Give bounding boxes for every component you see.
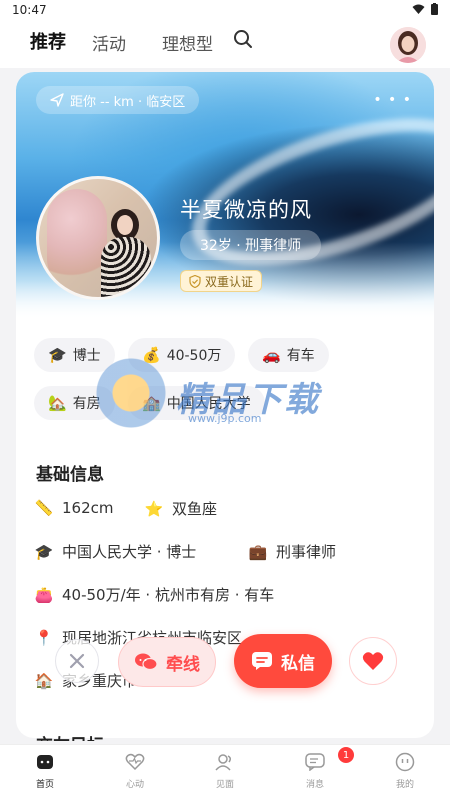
age-job-chip: 32岁 · 刑事律师 <box>180 230 322 260</box>
avatar-illustration-icon <box>390 27 426 63</box>
tab-recommend[interactable]: 推荐 <box>30 28 66 54</box>
bottom-nav: 首页 心动 见面 1 消息 我的 <box>0 744 450 800</box>
basic-info-title: 基础信息 <box>36 465 104 485</box>
private-message-button[interactable]: 私信 <box>234 634 332 688</box>
photo-background <box>47 189 107 289</box>
photo-person-face <box>117 215 133 235</box>
unread-badge: 1 <box>338 747 354 763</box>
location-arrow-icon <box>50 93 64 107</box>
people-icon <box>214 751 236 773</box>
bottom-nav-label: 消息 <box>305 780 324 790</box>
bottom-nav-messages[interactable]: 1 消息 <box>285 747 354 790</box>
bottom-nav-profile[interactable]: 我的 <box>375 751 435 790</box>
job-value: 刑事律师 <box>276 543 337 561</box>
chat-icon: 1 <box>304 747 354 773</box>
search-icon[interactable] <box>233 29 253 49</box>
photo-person-body <box>101 237 151 297</box>
user-avatar[interactable] <box>390 27 426 63</box>
shield-check-icon <box>189 274 201 288</box>
chat-bubbles-icon <box>135 653 158 671</box>
matchmake-button[interactable]: 牵线 <box>118 637 216 687</box>
status-bar: 10:47 <box>0 0 450 22</box>
like-button[interactable] <box>349 637 397 685</box>
zodiac-value: 双鱼座 <box>172 500 218 518</box>
distance-text: 距你 -- km · 临安区 <box>70 94 186 110</box>
profile-name: 半夏微凉的风 <box>180 198 312 222</box>
briefcase-icon: 💼 <box>248 542 268 561</box>
message-icon <box>252 652 272 670</box>
bottom-nav-label: 心动 <box>125 780 144 790</box>
home-icon: 🏠 <box>34 671 54 690</box>
age-job-text: 32岁 · 刑事律师 <box>200 238 302 254</box>
bottom-nav-label: 我的 <box>395 780 414 790</box>
bottom-nav-home[interactable]: 首页 <box>15 751 75 790</box>
star-icon: ⭐ <box>144 499 164 518</box>
bottom-nav-heartbeat[interactable]: 心动 <box>105 751 165 790</box>
ruler-icon: 📏 <box>34 499 54 517</box>
tab-ideal-type[interactable]: 理想型 <box>162 30 213 55</box>
matchmake-label: 牵线 <box>166 654 200 675</box>
wallet-icon: 👛 <box>34 585 54 604</box>
heartbeat-icon <box>124 751 146 773</box>
watermark-logo <box>96 358 166 428</box>
status-time: 10:47 <box>12 3 47 17</box>
profile-photo[interactable] <box>36 176 160 300</box>
next-section-title: 交友目标 <box>36 731 104 741</box>
battery-icon <box>431 3 438 15</box>
wifi-icon <box>412 4 425 14</box>
education-value: 中国人民大学 · 博士 <box>62 543 197 561</box>
info-row-education: 🎓 中国人民大学 · 博士 <box>34 541 197 562</box>
info-row-zodiac: ⭐ 双鱼座 <box>144 498 217 519</box>
distance-chip: 距你 -- km · 临安区 <box>36 86 200 114</box>
info-row-height: 📏 162cm <box>34 498 114 518</box>
top-nav: 推荐 活动 理想型 <box>0 22 450 76</box>
graduation-cap-icon: 🎓 <box>34 542 54 561</box>
private-message-label: 私信 <box>281 653 315 674</box>
bottom-nav-label: 见面 <box>215 780 234 790</box>
income-assets-value: 40-50万/年 · 杭州市有房 · 有车 <box>62 586 275 604</box>
verify-badge-text: 双重认证 <box>205 274 254 289</box>
watermark: 精品下载 www.j9p.com <box>96 358 356 438</box>
house-icon: 🏡 <box>48 394 67 412</box>
home-tab-icon <box>34 751 56 773</box>
location-pin-icon: 📍 <box>34 628 54 647</box>
bottom-nav-meet[interactable]: 见面 <box>195 751 255 790</box>
info-row-job: 💼 刑事律师 <box>248 541 336 562</box>
smiley-icon <box>394 751 416 773</box>
verify-badge: 双重认证 <box>180 270 263 292</box>
graduation-cap-icon: 🎓 <box>48 346 67 364</box>
status-icons <box>412 3 438 15</box>
heart-icon <box>362 652 384 670</box>
close-icon <box>69 653 85 669</box>
tab-activity[interactable]: 活动 <box>92 30 126 55</box>
watermark-url: www.j9p.com <box>188 412 262 425</box>
bottom-nav-label: 首页 <box>35 780 54 790</box>
height-value: 162cm <box>62 499 114 517</box>
info-row-income: 👛 40-50万/年 · 杭州市有房 · 有车 <box>34 584 275 605</box>
more-options-icon[interactable]: • • • <box>373 92 412 108</box>
dismiss-button[interactable] <box>55 639 99 683</box>
